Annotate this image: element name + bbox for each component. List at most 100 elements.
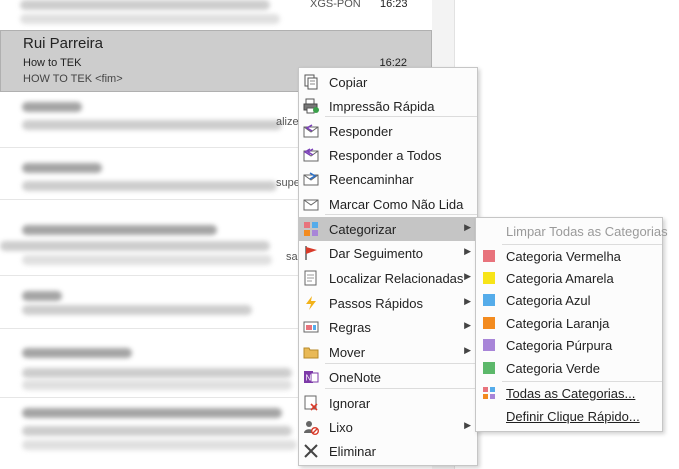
menu-item-label: OneNote: [329, 370, 382, 385]
submenu-item-categoria-verde[interactable]: Categoria Verde: [476, 357, 662, 379]
mail-item-peek: XGS-PON: [310, 0, 361, 10]
copy-icon: [304, 74, 318, 90]
menu-item-responder-a-todos[interactable]: Responder a Todos: [299, 143, 477, 167]
menu-item-label: Marcar Como Não Lida: [329, 197, 464, 212]
category-swatch-icon: [483, 339, 495, 351]
submenu-item-categoria-azul[interactable]: Categoria Azul: [476, 289, 662, 311]
forward-icon: [303, 172, 319, 186]
menu-item-lixo[interactable]: Lixo ▶: [299, 415, 477, 439]
menu-item-label: Dar Seguimento: [329, 246, 423, 261]
blurred-text: [22, 225, 217, 235]
categorize-icon: [304, 222, 318, 236]
blurred-text: [22, 255, 272, 265]
submenu-item-categoria-purpura[interactable]: Categoria Púrpura: [476, 334, 662, 356]
menu-separator: [325, 388, 477, 389]
mail-item-peek: alize: [276, 116, 299, 128]
onenote-icon: N: [304, 371, 319, 383]
submenu-arrow-icon: ▶: [464, 320, 471, 330]
submenu-item-all-categories[interactable]: Todas as Categorias...: [476, 382, 662, 404]
submenu-arrow-icon: ▶: [464, 271, 471, 281]
menu-item-eliminar[interactable]: Eliminar: [299, 439, 477, 463]
menu-item-impressao-rapida[interactable]: Impressão Rápida: [299, 94, 477, 118]
menu-item-label: Passos Rápidos: [329, 296, 423, 311]
menu-item-marcar-nao-lida[interactable]: Marcar Como Não Lida: [299, 192, 477, 216]
mark-unread-icon: [303, 199, 319, 211]
blurred-text: [22, 348, 132, 358]
submenu-item-label: Categoria Púrpura: [506, 338, 613, 353]
junk-icon: [304, 421, 319, 435]
category-swatch-icon: [483, 250, 495, 262]
submenu-item-label: Todas as Categorias...: [506, 386, 636, 401]
category-swatch-icon: [483, 272, 495, 284]
mail-preview: HOW TO TEK <fim>: [23, 73, 123, 85]
menu-item-categorizar[interactable]: Categorizar ▶: [299, 217, 477, 241]
move-folder-icon: [303, 347, 319, 359]
category-swatch-icon: [483, 294, 495, 306]
blurred-text: [20, 0, 270, 10]
blurred-text: [22, 181, 277, 191]
submenu-item-label: Categoria Amarela: [506, 271, 614, 286]
menu-separator: [325, 116, 477, 117]
menu-item-mover[interactable]: Mover ▶: [299, 340, 477, 364]
menu-item-label: Mover: [329, 345, 366, 360]
blurred-text: [22, 291, 62, 301]
submenu-arrow-icon: ▶: [464, 345, 471, 355]
category-swatch-icon: [483, 362, 495, 374]
menu-item-copiar[interactable]: Copiar: [299, 70, 477, 94]
blurred-text: [22, 102, 82, 112]
menu-item-label: Responder: [329, 124, 393, 139]
rules-icon: [303, 321, 319, 333]
menu-item-passos-rapidos[interactable]: Passos Rápidos ▶: [299, 291, 477, 315]
menu-item-dar-seguimento[interactable]: Dar Seguimento ▶: [299, 241, 477, 265]
submenu-arrow-icon: ▶: [464, 420, 471, 430]
blurred-text: [20, 14, 280, 24]
menu-item-onenote[interactable]: N OneNote: [299, 365, 477, 389]
context-menu: Copiar Impressão Rápida Responder Respon…: [298, 67, 478, 466]
menu-item-regras[interactable]: Regras ▶: [299, 315, 477, 339]
mail-subject: How to TEK: [23, 57, 82, 69]
submenu-item-categoria-vermelha[interactable]: Categoria Vermelha: [476, 245, 662, 267]
submenu-item-set-quick-click[interactable]: Definir Clique Rápido...: [476, 405, 662, 427]
blurred-text: [22, 408, 282, 418]
submenu-item-categoria-laranja[interactable]: Categoria Laranja: [476, 312, 662, 334]
menu-item-label: Ignorar: [329, 396, 371, 411]
find-related-icon: [304, 270, 317, 286]
menu-item-label: Lixo: [329, 420, 353, 435]
menu-item-label: Eliminar: [329, 444, 376, 459]
menu-item-localizar-relacionadas[interactable]: Localizar Relacionadas ▶: [299, 266, 477, 290]
blurred-text: [0, 241, 270, 251]
blurred-text: [22, 380, 292, 390]
all-categories-icon: [483, 387, 495, 399]
blurred-text: [22, 305, 252, 315]
submenu-item-label: Categoria Verde: [506, 361, 600, 376]
menu-item-ignorar[interactable]: Ignorar: [299, 391, 477, 415]
submenu-item-categoria-amarela[interactable]: Categoria Amarela: [476, 267, 662, 289]
menu-separator: [325, 363, 477, 364]
menu-item-label: Localizar Relacionadas: [329, 271, 464, 286]
blurred-text: [22, 426, 292, 436]
submenu-item-label: Categoria Vermelha: [506, 249, 621, 264]
menu-item-label: Regras: [329, 320, 371, 335]
mail-item-peek: supe: [276, 177, 300, 189]
submenu-arrow-icon: ▶: [464, 222, 471, 232]
delete-icon: [304, 444, 318, 458]
quick-steps-icon: [306, 296, 316, 310]
menu-item-label: Responder a Todos: [329, 148, 442, 163]
mail-item[interactable]: XGS-PON 16:23: [0, 0, 430, 31]
menu-item-responder[interactable]: Responder: [299, 119, 477, 143]
menu-item-label: Copiar: [329, 75, 368, 90]
svg-text:N: N: [306, 374, 312, 383]
reply-all-icon: [303, 148, 319, 162]
menu-separator: [325, 214, 477, 215]
follow-up-flag-icon: [305, 246, 317, 260]
submenu-item-label: Categoria Laranja: [506, 316, 610, 331]
menu-item-label: Reencaminhar: [329, 172, 414, 187]
submenu-arrow-icon: ▶: [464, 296, 471, 306]
submenu-arrow-icon: ▶: [464, 246, 471, 256]
blurred-text: [22, 368, 292, 378]
menu-item-reencaminhar[interactable]: Reencaminhar: [299, 167, 477, 191]
submenu-item-label: Limpar Todas as Categorias: [506, 224, 668, 239]
mail-sender: Rui Parreira: [23, 35, 104, 52]
submenu-item-label: Definir Clique Rápido...: [506, 409, 640, 424]
blurred-text: [22, 163, 102, 173]
